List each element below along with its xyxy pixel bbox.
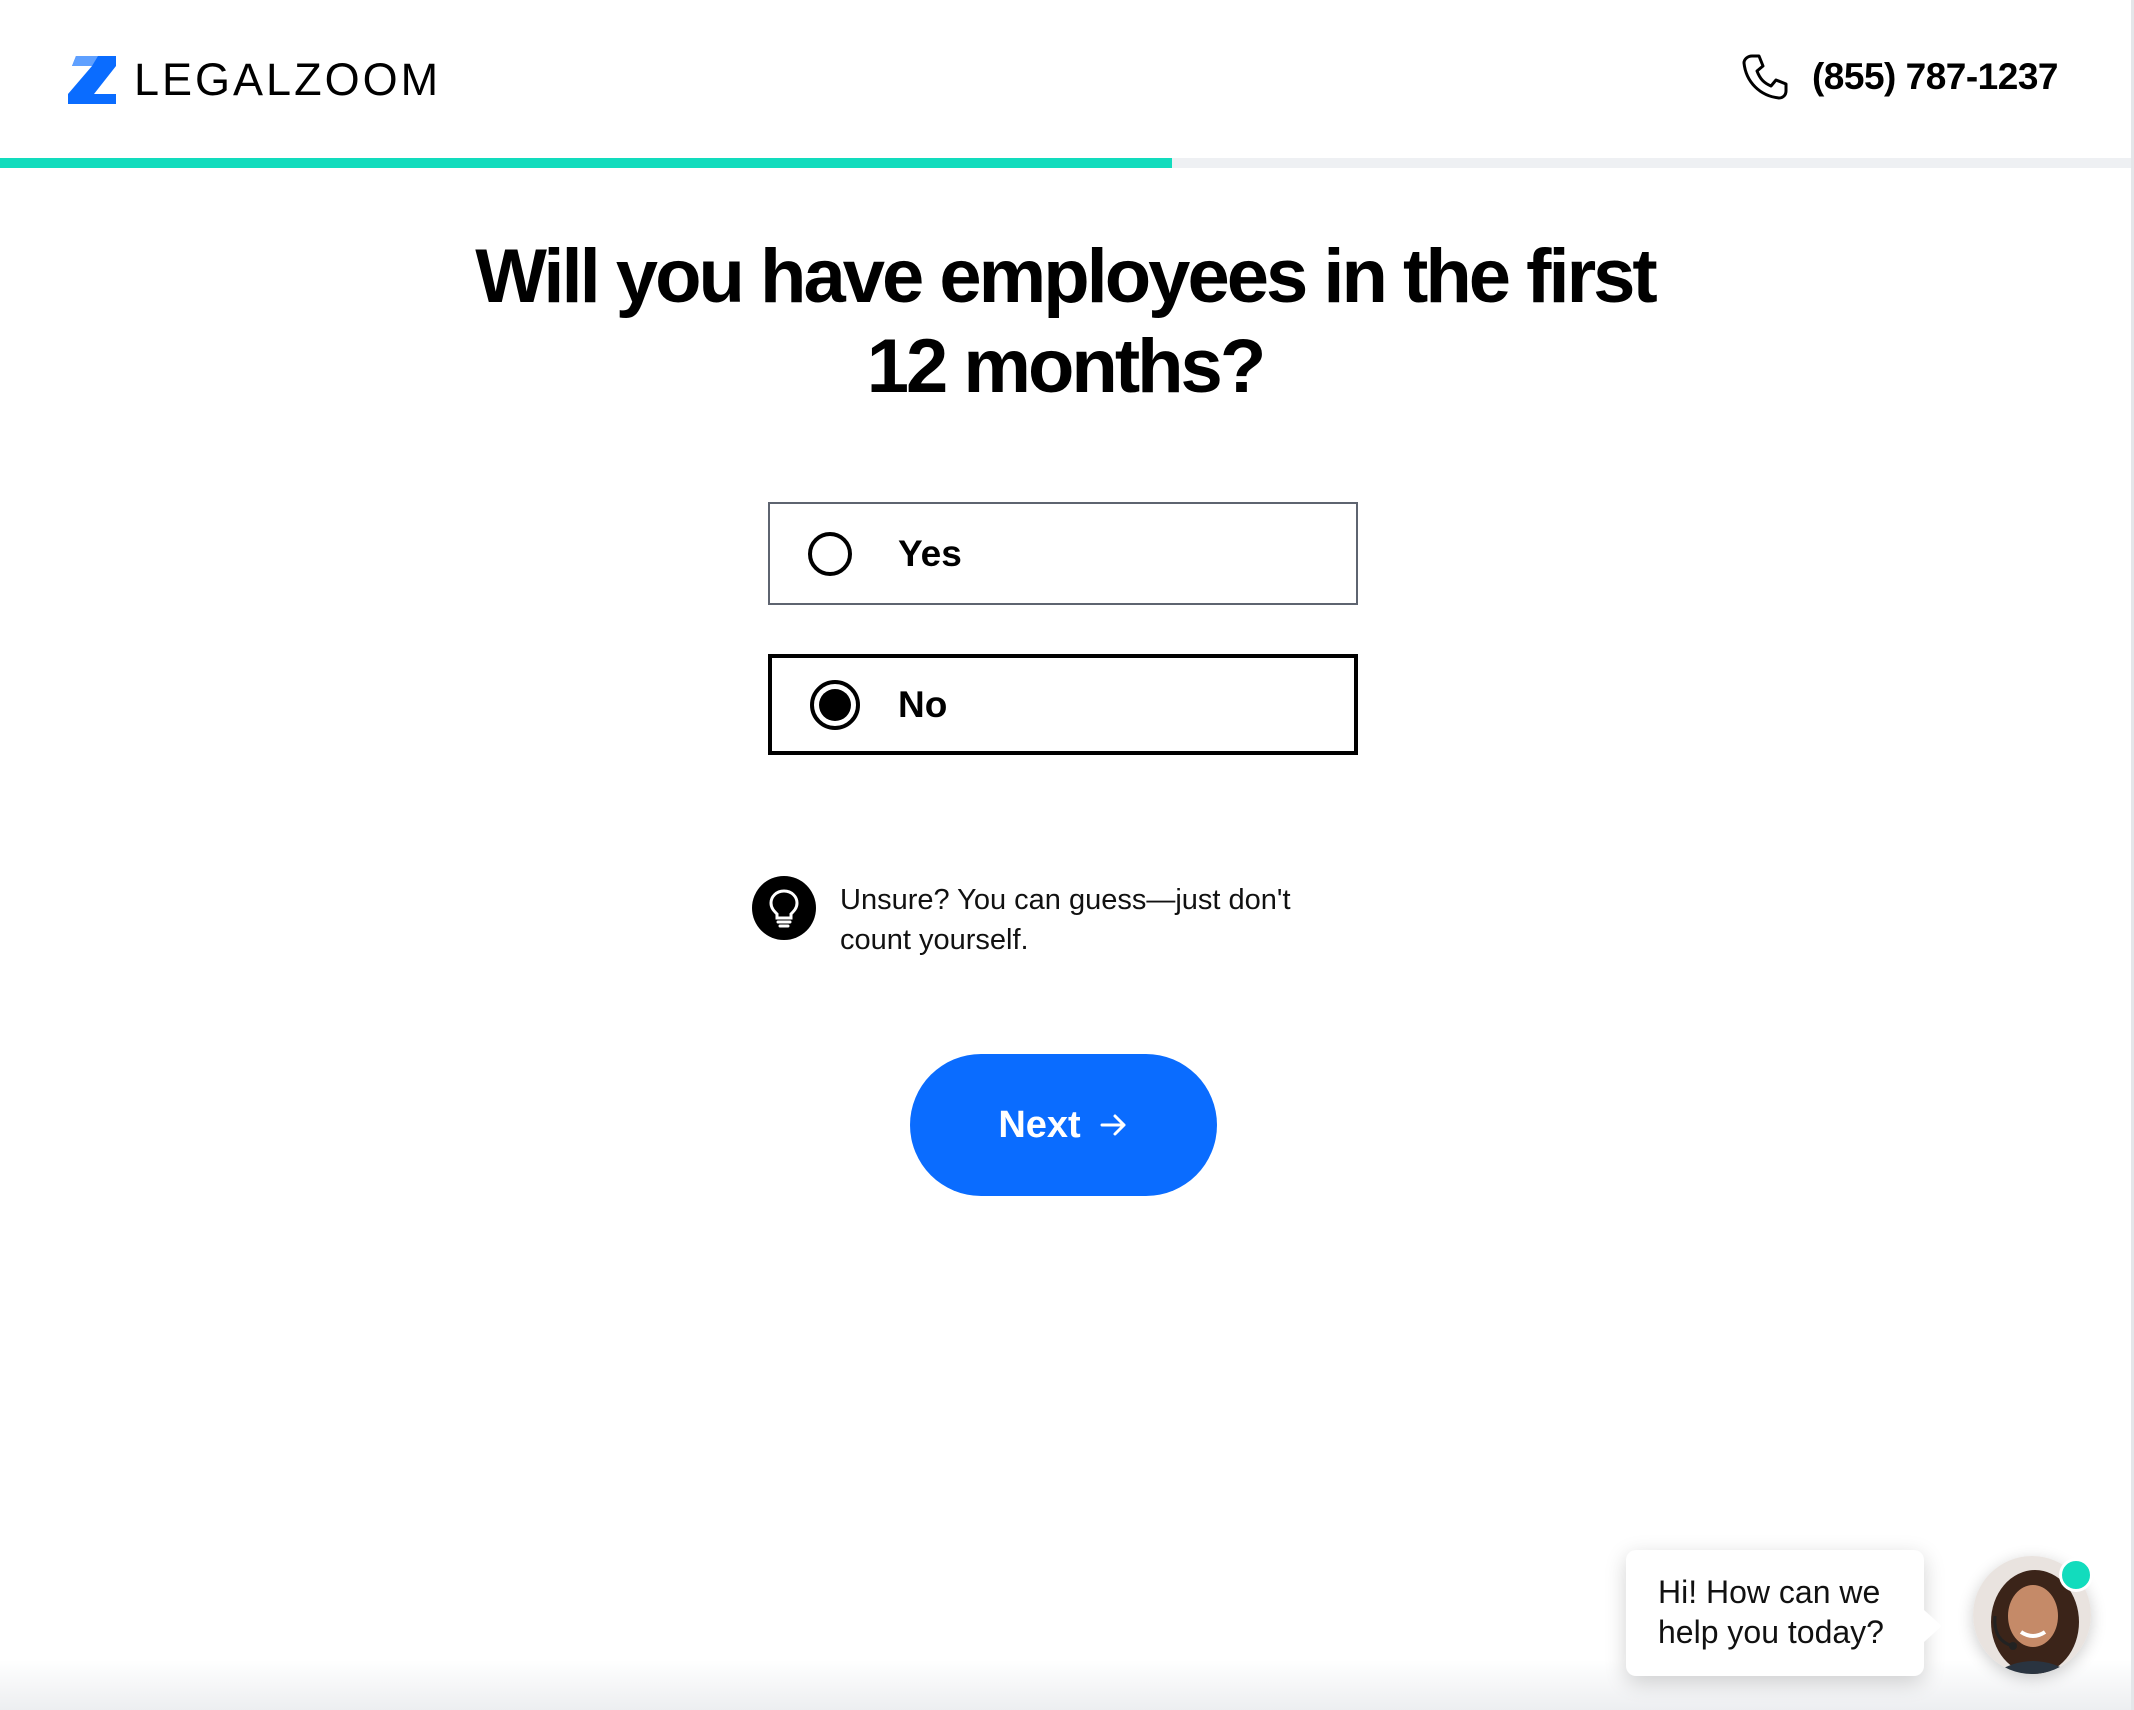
radio-selected-dot bbox=[819, 688, 851, 721]
phone-icon bbox=[1742, 54, 1788, 100]
progress-fill bbox=[0, 158, 1173, 168]
next-button[interactable]: Next bbox=[910, 1054, 1217, 1196]
hint-text: Unsure? You can guess—just don't count y… bbox=[840, 880, 1340, 960]
page-title: Will you have employees in the first 12 … bbox=[360, 232, 1770, 412]
phone-link[interactable]: (855) 787-1237 bbox=[1740, 52, 2059, 102]
option-no-label: No bbox=[898, 683, 948, 725]
radio-no[interactable] bbox=[810, 679, 860, 730]
chat-line-1: Hi! How can we bbox=[1658, 1574, 1881, 1610]
lightbulb-icon bbox=[752, 876, 816, 940]
question-line-1: Will you have employees in the first bbox=[475, 234, 1657, 319]
chat-greeting-bubble[interactable]: Hi! How can we help you today? bbox=[1626, 1550, 1942, 1676]
chat-line-2: help you today? bbox=[1658, 1614, 1884, 1650]
logo-text: LEGALZOOM bbox=[134, 54, 442, 105]
option-yes[interactable]: Yes bbox=[768, 502, 1358, 605]
online-status-dot bbox=[2059, 1558, 2093, 1592]
option-no[interactable]: No bbox=[768, 654, 1358, 755]
question-line-2: 12 months? bbox=[866, 324, 1267, 409]
arrow-right-icon bbox=[1100, 1114, 1126, 1136]
progress-bar bbox=[0, 158, 2131, 168]
phone-number: (855) 787-1237 bbox=[1811, 56, 2059, 97]
option-yes-label: Yes bbox=[898, 532, 962, 574]
radio-yes[interactable] bbox=[808, 531, 852, 576]
page: LEGALZOOM (855) 787-1237 Will you have e… bbox=[0, 0, 2134, 1710]
hint: Unsure? You can guess—just don't count y… bbox=[752, 876, 1340, 960]
header: LEGALZOOM (855) 787-1237 bbox=[0, 0, 2131, 160]
hint-line-2: count yourself. bbox=[840, 924, 1029, 956]
logo[interactable]: LEGALZOOM bbox=[68, 54, 441, 106]
hint-line-1: Unsure? You can guess—just don't bbox=[840, 884, 1291, 916]
legalzoom-logo-icon bbox=[68, 56, 116, 104]
next-button-label: Next bbox=[998, 1103, 1081, 1146]
